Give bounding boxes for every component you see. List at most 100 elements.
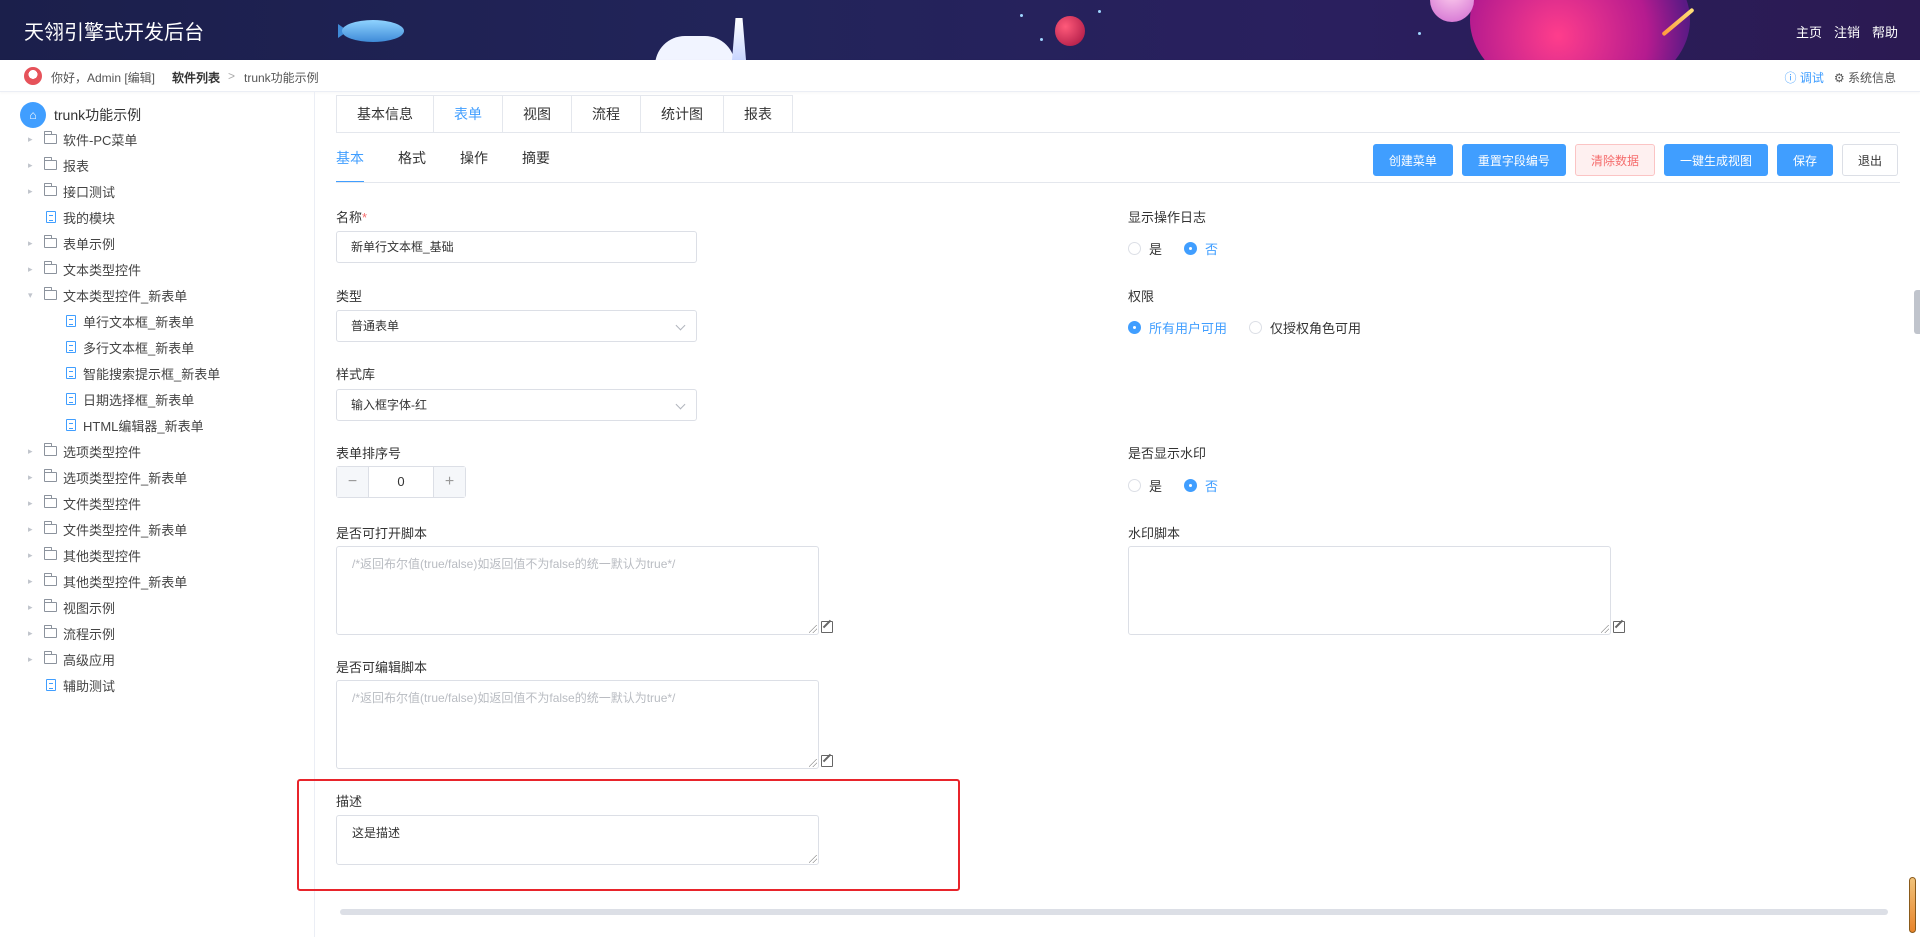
chevron-right-icon[interactable]: ▸ bbox=[28, 576, 38, 587]
tree-root[interactable]: ⌂ trunk功能示例 bbox=[20, 102, 141, 128]
chevron-right-icon[interactable]: ▸ bbox=[28, 524, 38, 535]
perm-all-users-radio[interactable]: 所有用户可用 bbox=[1128, 318, 1227, 337]
sidebar-item[interactable]: ▸ 其他类型控件 bbox=[28, 542, 141, 568]
sidebar-item[interactable]: ▸ 报表 bbox=[28, 152, 89, 178]
watermark-script-textarea[interactable] bbox=[1128, 546, 1611, 635]
document-icon bbox=[46, 211, 56, 223]
breadcrumb-current: trunk功能示例 bbox=[244, 71, 319, 85]
sidebar-item[interactable]: ▸ 高级应用 bbox=[28, 646, 115, 672]
sidebar-item-label: 视图示例 bbox=[63, 600, 116, 616]
sidebar-tree: ⌂ trunk功能示例 ▸ 软件-PC菜单 ▸ 报表 ▸ 接口测试 我的模块 ▸ 表单示例 ▸ 文本… bbox=[0, 92, 315, 937]
style-select[interactable]: 输入框字体-红 bbox=[336, 389, 697, 421]
tab-basic-info[interactable]: 基本信息 bbox=[337, 96, 434, 133]
edit-icon[interactable] bbox=[821, 621, 833, 633]
sidebar-item[interactable]: ▸ 选项类型控件 bbox=[28, 438, 141, 464]
sidebar-item[interactable]: 单行文本框_新表单 bbox=[58, 308, 194, 334]
avatar[interactable] bbox=[24, 67, 42, 85]
chevron-right-icon[interactable]: ▸ bbox=[28, 472, 38, 483]
tab-chart[interactable]: 统计图 bbox=[641, 96, 724, 133]
sidebar-item[interactable]: 多行文本框_新表单 bbox=[58, 334, 194, 360]
log-no-radio[interactable]: 否 bbox=[1184, 239, 1218, 258]
generate-view-button[interactable]: 一键生成视图 bbox=[1663, 144, 1768, 176]
horizontal-scrollbar[interactable] bbox=[340, 909, 1888, 915]
sidebar-item[interactable]: ▸ 文本类型控件 bbox=[28, 256, 141, 282]
sidebar-item-label: 接口测试 bbox=[63, 184, 116, 200]
subtab-format[interactable]: 格式 bbox=[398, 148, 426, 183]
sidebar-item[interactable]: HTML编辑器_新表单 bbox=[58, 412, 204, 438]
breadcrumb-software-list[interactable]: 软件列表 bbox=[172, 69, 220, 86]
chevron-right-icon[interactable]: ▸ bbox=[28, 628, 38, 639]
star-decoration bbox=[1020, 14, 1023, 17]
tab-form[interactable]: 表单 bbox=[434, 96, 503, 133]
sidebar-item[interactable]: 辅助测试 bbox=[28, 672, 115, 698]
radio-dot bbox=[1184, 242, 1198, 255]
tab-report[interactable]: 报表 bbox=[724, 96, 792, 133]
chevron-right-icon[interactable]: ▸ bbox=[28, 550, 38, 561]
edit-icon[interactable] bbox=[821, 755, 833, 767]
info-icon: ⓘ bbox=[1784, 71, 1797, 85]
sidebar-item[interactable]: ▸ 接口测试 bbox=[28, 178, 115, 204]
increment-button[interactable]: + bbox=[433, 467, 465, 497]
chevron-right-icon[interactable]: ▸ bbox=[28, 186, 38, 197]
chevron-right-icon[interactable]: ▸ bbox=[28, 134, 38, 145]
perm-authorized-roles-radio[interactable]: 仅授权角色可用 bbox=[1249, 318, 1361, 337]
folder-icon bbox=[44, 183, 57, 196]
order-value-input[interactable]: 0 bbox=[369, 467, 433, 497]
chevron-right-icon[interactable]: ▸ bbox=[28, 654, 38, 665]
subtab-operation[interactable]: 操作 bbox=[460, 148, 488, 183]
folder-icon bbox=[44, 131, 57, 144]
edit-script-textarea[interactable]: /*返回布尔值(true/false)如返回值不为false的统一默认为true… bbox=[336, 680, 819, 769]
sidebar-item[interactable]: ▸ 表单示例 bbox=[28, 230, 115, 256]
type-select[interactable]: 普通表单 bbox=[336, 310, 697, 342]
exit-button[interactable]: 退出 bbox=[1841, 144, 1898, 176]
save-button[interactable]: 保存 bbox=[1776, 144, 1833, 176]
home-link[interactable]: 主页 bbox=[1796, 22, 1822, 41]
sidebar-item[interactable]: 智能搜索提示框_新表单 bbox=[58, 360, 220, 386]
tab-flow[interactable]: 流程 bbox=[572, 96, 641, 133]
subtab-basic[interactable]: 基本 bbox=[336, 148, 364, 183]
help-link[interactable]: 帮助 bbox=[1872, 22, 1898, 41]
resize-handle[interactable] bbox=[1601, 625, 1609, 633]
create-menu-button[interactable]: 创建菜单 bbox=[1372, 144, 1453, 176]
chevron-right-icon[interactable]: ▸ bbox=[28, 160, 38, 171]
log-yes-radio[interactable]: 是 bbox=[1128, 239, 1162, 258]
tab-view[interactable]: 视图 bbox=[503, 96, 572, 133]
sidebar-item[interactable]: ▸ 视图示例 bbox=[28, 594, 115, 620]
subtab-summary[interactable]: 摘要 bbox=[522, 148, 550, 183]
resize-handle[interactable] bbox=[809, 759, 817, 767]
sidebar-item[interactable]: ▸ 流程示例 bbox=[28, 620, 115, 646]
sidebar-item[interactable]: ▾ 文本类型控件_新表单 bbox=[28, 282, 187, 308]
chevron-right-icon[interactable]: ▸ bbox=[28, 264, 38, 275]
chevron-right-icon[interactable]: ▸ bbox=[28, 602, 38, 613]
side-panel-handle[interactable] bbox=[1914, 290, 1920, 334]
sidebar-item[interactable]: ▸ 其他类型控件_新表单 bbox=[28, 568, 187, 594]
sidebar-item[interactable]: ▸ 软件-PC菜单 bbox=[28, 126, 137, 152]
open-script-label: 是否可打开脚本 bbox=[336, 526, 428, 541]
sidebar-item[interactable]: ▸ 选项类型控件_新表单 bbox=[28, 464, 187, 490]
reset-field-ids-button[interactable]: 重置字段编号 bbox=[1461, 144, 1566, 176]
sidebar-item[interactable]: ▸ 文件类型控件_新表单 bbox=[28, 516, 187, 542]
sidebar-item-label: 其他类型控件_新表单 bbox=[63, 574, 188, 590]
resize-handle[interactable] bbox=[809, 625, 817, 633]
watermark-yes-radio[interactable]: 是 bbox=[1128, 476, 1162, 495]
chevron-down-icon[interactable]: ▾ bbox=[28, 290, 38, 301]
system-info-link[interactable]: ⚙ 系统信息 bbox=[1834, 69, 1896, 86]
document-icon bbox=[66, 367, 76, 379]
greeting[interactable]: 你好，Admin [编辑] bbox=[51, 69, 155, 86]
name-input[interactable]: 新单行文本框_基础 bbox=[336, 231, 697, 263]
open-script-textarea[interactable]: /*返回布尔值(true/false)如返回值不为false的统一默认为true… bbox=[336, 546, 819, 635]
clear-data-button[interactable]: 清除数据 bbox=[1574, 144, 1655, 176]
operation-log-label: 显示操作日志 bbox=[1128, 210, 1207, 225]
chevron-right-icon[interactable]: ▸ bbox=[28, 446, 38, 457]
sidebar-item[interactable]: 日期选择框_新表单 bbox=[58, 386, 194, 412]
edit-icon[interactable] bbox=[1613, 621, 1625, 633]
logout-link[interactable]: 注销 bbox=[1834, 22, 1860, 41]
sidebar-item-label: 表单示例 bbox=[63, 236, 116, 252]
sidebar-item[interactable]: ▸ 文件类型控件 bbox=[28, 490, 141, 516]
sidebar-item[interactable]: 我的模块 bbox=[28, 204, 115, 230]
watermark-no-radio[interactable]: 否 bbox=[1184, 476, 1218, 495]
decrement-button[interactable]: − bbox=[337, 467, 369, 497]
debug-link[interactable]: ⓘ 调试 bbox=[1785, 69, 1824, 86]
chevron-right-icon[interactable]: ▸ bbox=[28, 238, 38, 249]
chevron-right-icon[interactable]: ▸ bbox=[28, 498, 38, 509]
